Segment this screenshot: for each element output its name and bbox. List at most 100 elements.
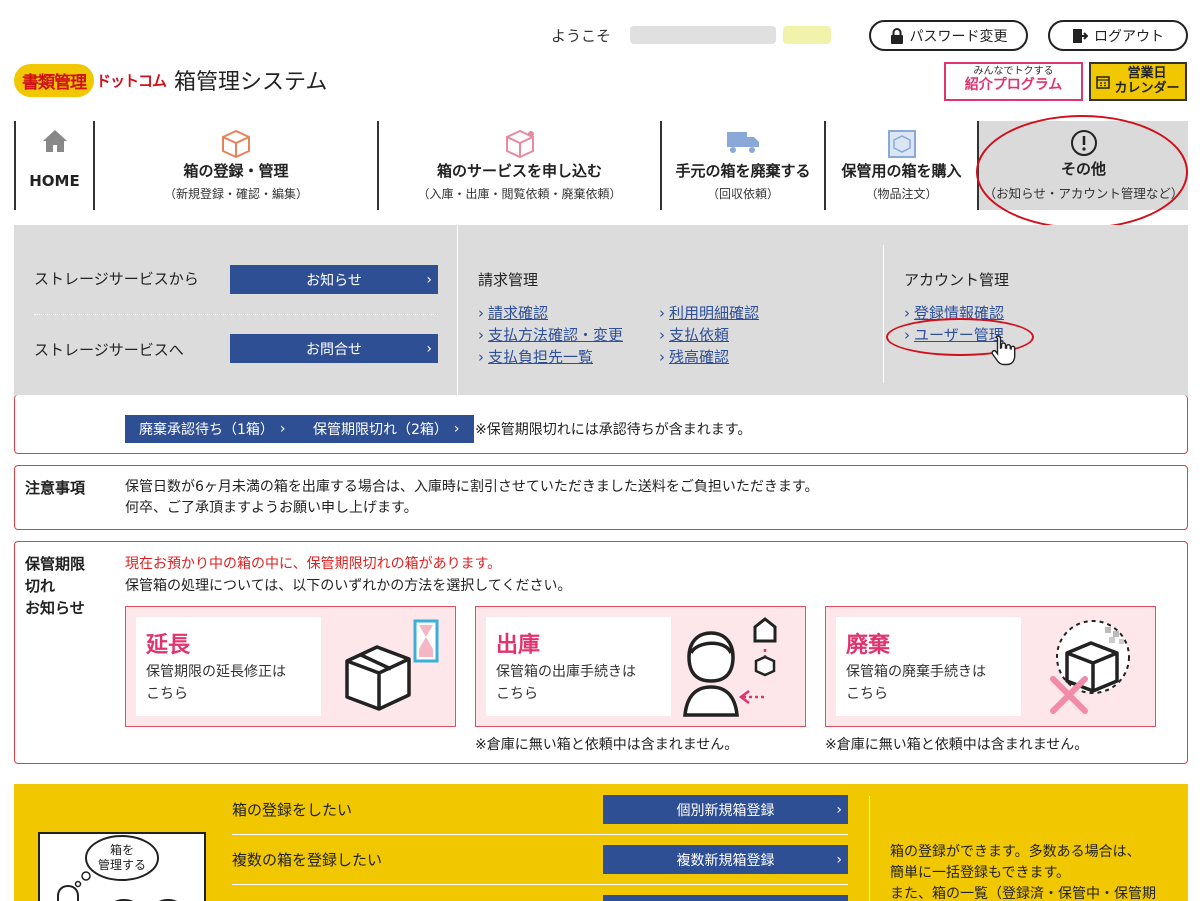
account-heading: アカウント管理	[904, 271, 1010, 289]
release-note: ※倉庫に無い箱と依頼中は含まれません。	[475, 737, 739, 753]
link-billing-check[interactable]: 請求確認	[478, 302, 623, 324]
release-desc2: こちら	[496, 686, 538, 702]
release-desc: 保管箱の出庫手続きは こちら	[496, 661, 661, 705]
contact-button[interactable]: お問合せ ›	[230, 334, 438, 363]
nav-other-label: その他	[1060, 160, 1106, 178]
billing-links-col2: 利用明細確認 支払依頼 残高確認	[659, 302, 759, 368]
dispose-card-text: 廃棄 保管箱の廃棄手続きは こちら	[836, 617, 1021, 716]
welcome-text: ようこそ	[551, 27, 612, 45]
register-desc1: 箱の登録ができます。多数ある場合は、	[890, 844, 1141, 860]
truck-icon	[727, 132, 759, 153]
news-button[interactable]: お知らせ ›	[230, 265, 438, 294]
chevron-right-icon: ›	[279, 421, 286, 437]
nav-box-service-label: 箱のサービスを申し込む	[436, 162, 602, 180]
dropdown-account-section: アカウント管理 登録情報確認 ユーザー管理	[904, 245, 1009, 346]
release-title: 出庫	[496, 633, 541, 658]
status-note: ※保管期限切れには承認待ちが含まれます。	[475, 422, 752, 438]
register-desc3: また、箱の一覧（登録済・保管中・保管期	[890, 886, 1156, 901]
main-nav: HOME 箱の登録・管理 （新規登録・確認・編集） 箱のサービスを申し込む （入…	[14, 121, 1188, 210]
password-change-label: パスワード変更	[909, 28, 1008, 45]
nav-other-sub: （お知らせ・アカウント管理など）	[983, 186, 1184, 201]
logo-main: 書類管理	[14, 63, 94, 97]
thinking-person-icon: 箱を 管理する	[57, 835, 178, 901]
expire-title-3: お知らせ	[25, 599, 85, 617]
link-payer-list[interactable]: 支払負担先一覧	[478, 346, 623, 368]
extend-desc: 保管期限の延長修正は こちら	[146, 661, 311, 705]
dropdown-billing-section: 請求管理 請求確認 支払方法確認・変更 支払負担先一覧 利用明細確認 支払依頼 …	[458, 245, 884, 383]
link-balance-check[interactable]: 残高確認	[659, 346, 759, 368]
home-icon	[42, 130, 67, 152]
contact-button-label: お問合せ	[306, 341, 362, 358]
nav-home[interactable]: HOME	[14, 121, 95, 210]
news-button-label: お知らせ	[306, 272, 362, 289]
divider	[34, 314, 438, 315]
dispose-card[interactable]: 廃棄 保管箱の廃棄手続きは こちら	[825, 606, 1156, 727]
notice-line2: 何卒、ご了承頂ますようお願い申し上げます。	[125, 500, 418, 516]
illust-text-2: 管理する	[98, 857, 146, 872]
nav-other[interactable]: その他 （お知らせ・アカウント管理など）	[979, 121, 1188, 210]
notice-line1: 保管日数が6ヶ月未満の箱を出庫する場合は、入庫時に割引させていただきました送料を…	[125, 479, 819, 495]
calendar-line2: カレンダー	[1114, 80, 1180, 96]
extend-desc2: こちら	[146, 686, 188, 702]
release-desc1: 保管箱の出庫手続きは	[496, 664, 636, 680]
illust-text-1: 箱を	[110, 842, 134, 857]
link-usage-detail[interactable]: 利用明細確認	[659, 302, 759, 324]
expire-alert: 現在お預かり中の箱の中に、保管期限切れの箱があります。	[125, 556, 502, 572]
exclamation-circle-icon	[1070, 130, 1097, 156]
extend-card[interactable]: 延長 保管期限の延長修正は こちら	[125, 606, 456, 727]
site-logo[interactable]: 書類管理 ドットコム 箱管理システム	[14, 60, 327, 100]
release-card[interactable]: 出庫 保管箱の出庫手続きは こちら	[475, 606, 806, 727]
nav-box-purchase[interactable]: 保管用の箱を購入 （物品注文）	[826, 121, 979, 210]
disposal-pending-label: 廃棄承認待ち（1箱）	[139, 422, 274, 438]
link-registration-info[interactable]: 登録情報確認	[904, 302, 1009, 324]
expire-title: 保管期限 切れ お知らせ	[25, 553, 85, 619]
expire-notice-box: 保管期限 切れ お知らせ 現在お預かり中の箱の中に、保管期限切れの箱があります。…	[14, 541, 1188, 764]
person-delivery-icon	[683, 617, 777, 717]
expire-title-1: 保管期限	[25, 555, 86, 573]
billing-heading: 請求管理	[478, 271, 539, 289]
business-calendar-button[interactable]: 営業日 カレンダー	[1089, 62, 1187, 101]
nav-box-register[interactable]: 箱の登録・管理 （新規登録・確認・編集）	[95, 121, 379, 210]
expired-button[interactable]: 保管期限切れ（2箱） ›	[299, 415, 474, 443]
logout-label: ログアウト	[1094, 28, 1164, 45]
next-register-button[interactable]	[603, 895, 848, 901]
nav-box-service[interactable]: 箱のサービスを申し込む （入庫・出庫・閲覧依頼・廃棄依頼）	[379, 121, 662, 210]
single-register-label: 個別新規箱登録	[676, 802, 775, 819]
nav-box-register-label: 箱の登録・管理	[183, 162, 289, 180]
chevron-right-icon: ›	[426, 271, 432, 288]
extend-card-text: 延長 保管期限の延長修正は こちら	[136, 617, 321, 716]
release-card-text: 出庫 保管箱の出庫手続きは こちら	[486, 617, 671, 716]
referral-program-banner[interactable]: みんなでトクする 紹介プログラム	[944, 62, 1083, 101]
notice-title: 注意事項	[25, 479, 86, 497]
password-change-button[interactable]: パスワード変更	[869, 20, 1028, 51]
nav-box-dispose-sub: （回収依頼）	[706, 187, 779, 201]
dispose-desc: 保管箱の廃棄手続きは こちら	[846, 661, 1011, 705]
register-desc2: 簡単に一括登録もできます。	[890, 865, 1071, 881]
to-storage-label: ストレージサービスへ	[34, 341, 184, 359]
logo-dot: ドットコム	[96, 71, 167, 90]
box-register-section: 箱を 管理する 箱の登録をしたい 個別新規箱登録 › 複数の箱を登録したい 複数…	[14, 784, 1188, 901]
logout-button[interactable]: ログアウト	[1048, 20, 1188, 51]
promo-line2: 紹介プログラム	[964, 76, 1063, 93]
notice-text: 保管日数が6ヶ月未満の箱を出庫する場合は、入庫時に割引させていただきました送料を…	[125, 477, 819, 519]
divider	[232, 884, 848, 885]
box-service-icon	[505, 129, 534, 159]
chevron-right-icon: ›	[426, 340, 432, 357]
link-payment-request[interactable]: 支払依頼	[659, 324, 759, 346]
bulk-register-button[interactable]: 複数新規箱登録 ›	[603, 845, 848, 874]
dispose-desc1: 保管箱の廃棄手続きは	[846, 664, 986, 680]
nav-home-label: HOME	[29, 171, 80, 190]
other-dropdown-menu: ストレージサービスから お知らせ › ストレージサービスへ お問合せ › 請求管…	[14, 225, 1188, 403]
calendar-line1: 営業日	[1127, 66, 1167, 82]
disposal-pending-button[interactable]: 廃棄承認待ち（1箱） ›	[125, 415, 300, 443]
nav-box-dispose[interactable]: 手元の箱を廃棄する （回収依頼）	[662, 121, 826, 210]
nav-box-purchase-label: 保管用の箱を購入	[841, 162, 962, 180]
blurred-account-name	[630, 26, 776, 44]
link-payment-method[interactable]: 支払方法確認・変更	[478, 324, 623, 346]
box-icon	[222, 129, 250, 159]
bulk-register-label: 複数新規箱登録	[676, 852, 775, 869]
hand-cursor-icon	[991, 335, 1016, 366]
system-name: 箱管理システム	[174, 70, 328, 95]
single-register-button[interactable]: 個別新規箱登録 ›	[603, 795, 848, 824]
chevron-right-icon: ›	[836, 801, 842, 818]
